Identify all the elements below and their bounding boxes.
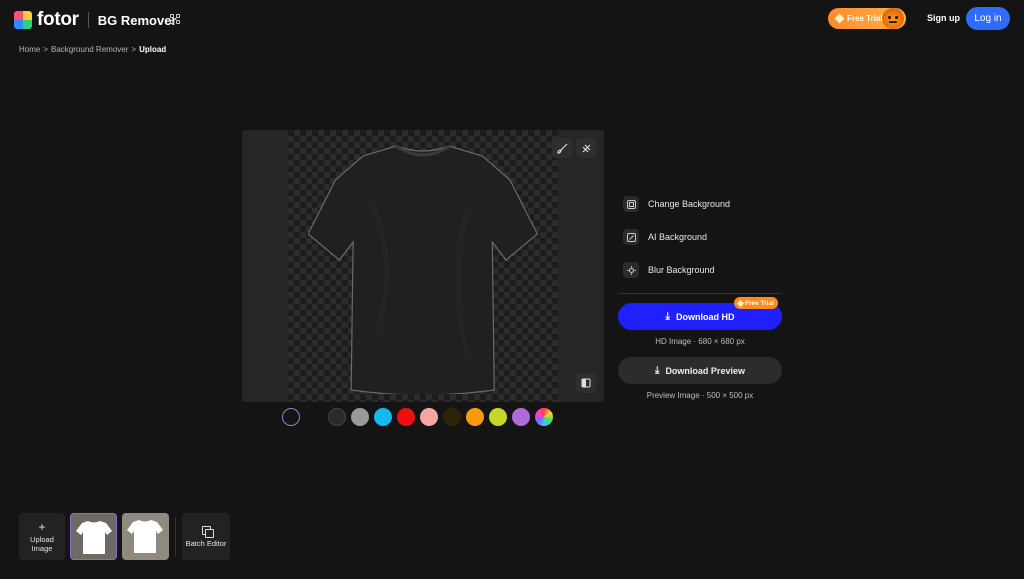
panel-divider bbox=[618, 293, 782, 294]
free-trial-label: Free Trial bbox=[847, 14, 883, 23]
change-background-option[interactable]: Change Background bbox=[618, 193, 782, 215]
swatch-orange[interactable] bbox=[466, 408, 484, 426]
diamond-icon bbox=[834, 13, 845, 24]
change-background-icon bbox=[623, 196, 639, 212]
upload-label-line1: Upload bbox=[30, 534, 54, 544]
blur-background-label: Blur Background bbox=[648, 265, 715, 275]
blur-background-option[interactable]: Blur Background bbox=[618, 259, 782, 281]
breadcrumb-background-remover[interactable]: Background Remover bbox=[51, 45, 128, 54]
top-header: fotor BG Remover Free Trial Sign up Log … bbox=[0, 0, 1024, 38]
swatch-red[interactable] bbox=[397, 408, 415, 426]
breadcrumb: Home > Background Remover > Upload bbox=[19, 45, 166, 54]
plus-icon: + bbox=[38, 519, 46, 534]
swatch-custom-color[interactable] bbox=[535, 408, 553, 426]
download-preview-label: Download Preview bbox=[665, 365, 745, 376]
hd-image-info: HD Image · 680 × 680 px bbox=[655, 337, 745, 346]
tray-divider bbox=[175, 516, 176, 557]
image-tray: + Upload Image Batch Editor bbox=[19, 513, 230, 560]
download-preview-button[interactable]: ⤓ Download Preview bbox=[618, 357, 782, 384]
image-thumbnail[interactable] bbox=[122, 513, 169, 560]
breadcrumb-upload: Upload bbox=[139, 45, 167, 54]
free-trial-badge: Free Trial bbox=[734, 297, 778, 309]
breadcrumb-separator: > bbox=[43, 45, 49, 54]
change-background-label: Change Background bbox=[648, 199, 731, 209]
apps-grid-icon[interactable] bbox=[170, 14, 180, 24]
ai-background-label: AI Background bbox=[648, 232, 708, 242]
ai-background-option[interactable]: AI Background bbox=[618, 226, 782, 248]
tshirt-image bbox=[308, 144, 538, 394]
fotor-logo-icon bbox=[14, 11, 32, 29]
tshirt-thumbnail-icon bbox=[76, 521, 112, 554]
product-name: BG Remover bbox=[97, 12, 177, 28]
upload-label-line2: Image bbox=[31, 543, 53, 553]
diamond-icon bbox=[736, 299, 745, 307]
ai-background-icon bbox=[623, 229, 639, 245]
tshirt-thumbnail-icon bbox=[127, 520, 163, 553]
swatch-cyan[interactable] bbox=[374, 408, 392, 426]
batch-editor-label: Batch Editor bbox=[185, 538, 227, 548]
swatch-transparent[interactable] bbox=[282, 408, 300, 426]
preview-image-info: Preview Image · 500 × 500 px bbox=[646, 391, 754, 400]
swatch-pink[interactable] bbox=[420, 408, 438, 426]
background-color-swatches bbox=[282, 408, 553, 426]
image-canvas[interactable] bbox=[242, 130, 604, 402]
swatch-purple[interactable] bbox=[512, 408, 530, 426]
upload-image-button[interactable]: + Upload Image bbox=[19, 513, 65, 560]
swatch-gray[interactable] bbox=[351, 408, 369, 426]
batch-editor-button[interactable]: Batch Editor bbox=[182, 513, 230, 560]
batch-editor-icon bbox=[201, 525, 214, 538]
swatch-lime[interactable] bbox=[489, 408, 507, 426]
app: fotor BG Remover Free Trial Sign up Log … bbox=[0, 0, 1024, 579]
logo-text: fotor bbox=[37, 9, 79, 30]
logo-divider bbox=[87, 12, 89, 28]
swatch-black[interactable] bbox=[305, 408, 323, 426]
breadcrumb-separator: > bbox=[131, 45, 137, 54]
download-icon: ⤓ bbox=[665, 311, 670, 322]
edit-options-panel: Change Background AI Background Blur Bac… bbox=[618, 193, 782, 292]
download-icon: ⤓ bbox=[655, 365, 660, 376]
image-thumbnail[interactable] bbox=[70, 513, 117, 560]
fotor-logo[interactable]: fotor BG Remover bbox=[14, 9, 177, 31]
free-trial-badge-label: Free Trial bbox=[745, 299, 774, 307]
login-button[interactable]: Log in bbox=[966, 7, 1010, 30]
eraser-icon[interactable] bbox=[576, 138, 596, 158]
breadcrumb-home[interactable]: Home bbox=[19, 45, 40, 54]
free-trial-button[interactable]: Free Trial bbox=[828, 8, 906, 29]
swatch-dark-brown[interactable] bbox=[443, 408, 461, 426]
blur-background-icon bbox=[623, 262, 639, 278]
compare-icon[interactable] bbox=[576, 373, 596, 393]
brush-icon[interactable] bbox=[552, 138, 572, 158]
swatch-dark-gray[interactable] bbox=[328, 408, 346, 426]
download-hd-label: Download HD bbox=[675, 311, 735, 322]
signup-link[interactable]: Sign up bbox=[927, 13, 960, 23]
pumpkin-icon bbox=[882, 8, 904, 29]
